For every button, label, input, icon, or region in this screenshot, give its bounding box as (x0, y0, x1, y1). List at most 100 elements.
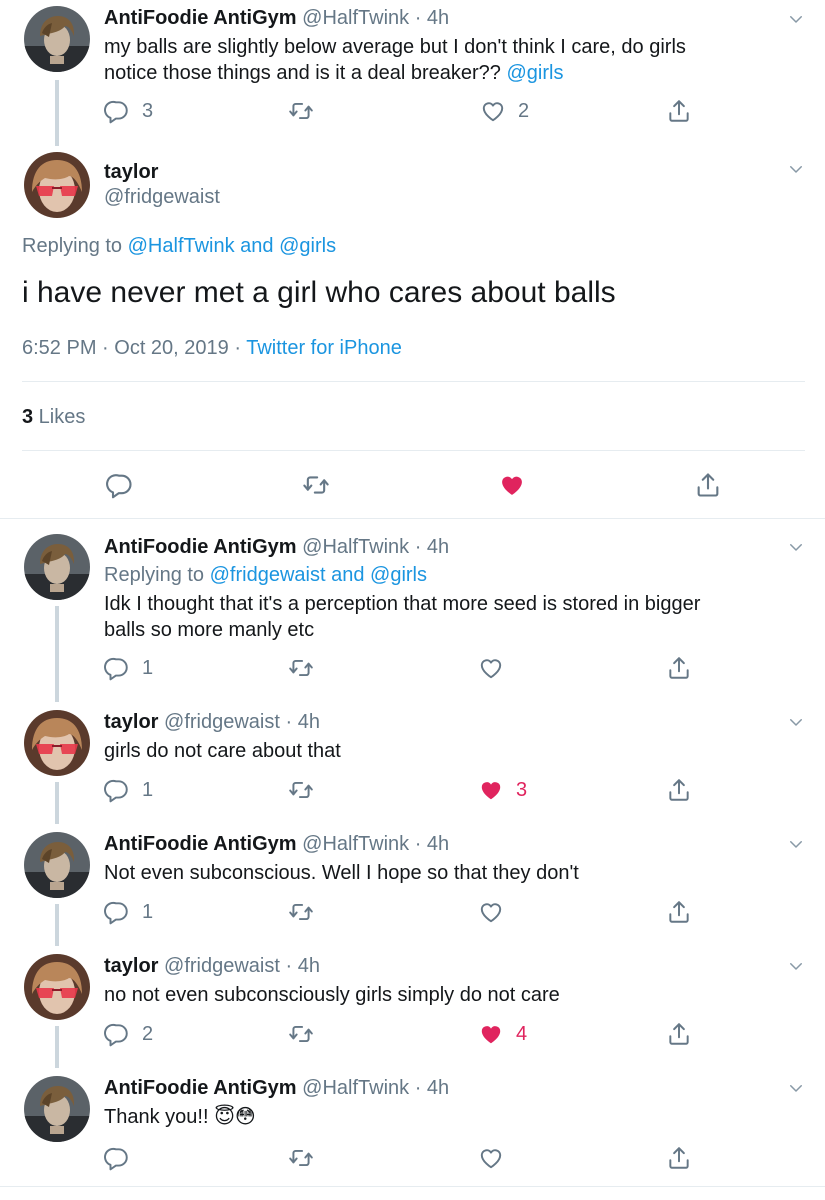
display-name[interactable]: taylor (104, 955, 158, 977)
like-button[interactable] (478, 899, 504, 925)
retweet-button[interactable] (288, 899, 314, 925)
retweet-button[interactable] (288, 1145, 314, 1171)
display-name[interactable]: AntiFoodie AntiGym (104, 833, 297, 855)
chevron-down-icon[interactable] (787, 957, 805, 975)
mention-link[interactable]: @HalfTwink (128, 235, 235, 257)
chevron-down-icon[interactable] (787, 713, 805, 731)
divider (22, 450, 805, 451)
share-button[interactable] (666, 98, 692, 124)
replying-to: Replying to @fridgewaist and @girls (104, 564, 427, 586)
tweet-text: my balls are slightly below average but … (104, 36, 686, 84)
source-link[interactable]: Twitter for iPhone (246, 337, 402, 359)
handle[interactable]: @HalfTwink · 4h (302, 536, 449, 558)
display-name[interactable]: AntiFoodie AntiGym (104, 7, 297, 29)
retweet-button[interactable] (288, 655, 314, 681)
tweet-text: Thank you!! 😇😳 (104, 1106, 256, 1128)
thread-line (55, 904, 59, 946)
tweet-text: no not even subconsciously girls simply … (104, 984, 560, 1006)
avatar[interactable] (24, 534, 90, 600)
chevron-down-icon[interactable] (787, 10, 805, 28)
retweet-icon (288, 98, 314, 124)
retweet-button[interactable] (288, 1021, 314, 1047)
avatar[interactable] (24, 832, 90, 898)
reply-icon (104, 777, 130, 803)
reply-icon (104, 899, 130, 925)
retweet-icon (288, 655, 314, 681)
chevron-down-icon[interactable] (787, 1079, 805, 1097)
reply-icon (104, 655, 130, 681)
retweet-icon (288, 1145, 314, 1171)
thread-line (55, 80, 59, 146)
tweet-text: Not even subconscious. Well I hope so th… (104, 862, 579, 884)
share-button[interactable] (666, 777, 692, 803)
retweet-button[interactable] (288, 777, 314, 803)
reply-button[interactable]: 2 (104, 1021, 153, 1047)
reply-icon (104, 1021, 130, 1047)
reply-button[interactable] (104, 1145, 130, 1171)
avatar[interactable] (24, 710, 90, 776)
retweet-button[interactable] (288, 98, 314, 124)
retweet-icon (288, 899, 314, 925)
thread-line (55, 606, 59, 702)
mention-link[interactable]: @girls (370, 564, 427, 586)
chevron-down-icon[interactable] (787, 538, 805, 556)
tweet-header: AntiFoodie AntiGym @HalfTwink · 4h (104, 534, 449, 560)
heart-filled-icon (478, 1021, 504, 1047)
mention-link[interactable]: @girls (279, 235, 336, 257)
share-icon (694, 471, 722, 499)
share-icon (666, 777, 692, 803)
reply-button[interactable]: 1 (104, 777, 153, 803)
display-name[interactable]: AntiFoodie AntiGym (104, 536, 297, 558)
display-name[interactable]: taylor (104, 159, 158, 185)
share-icon (666, 1021, 692, 1047)
share-button[interactable] (694, 471, 722, 499)
share-icon (666, 98, 692, 124)
heart-icon (478, 899, 504, 925)
tweet-header: AntiFoodie AntiGym @HalfTwink · 4h (104, 5, 449, 31)
reply-icon (104, 98, 130, 124)
likes-stat[interactable]: 3 Likes (22, 404, 85, 430)
reply-button[interactable] (106, 471, 134, 499)
handle[interactable]: @HalfTwink · 4h (302, 833, 449, 855)
handle[interactable]: @fridgewaist · 4h (164, 711, 320, 733)
replying-to: Replying to @HalfTwink and @girls (22, 235, 337, 257)
avatar[interactable] (24, 152, 90, 218)
divider (0, 518, 825, 519)
share-button[interactable] (666, 1145, 692, 1171)
thread-line (55, 1026, 59, 1068)
reply-icon (104, 1145, 130, 1171)
share-button[interactable] (666, 1021, 692, 1047)
retweet-icon (288, 1021, 314, 1047)
like-button[interactable] (498, 471, 526, 499)
share-button[interactable] (666, 899, 692, 925)
mention-link[interactable]: @girls (506, 62, 563, 84)
avatar[interactable] (24, 1076, 90, 1142)
handle[interactable]: @fridgewaist (104, 184, 220, 210)
heart-icon (478, 1145, 504, 1171)
tweet-header: AntiFoodie AntiGym @HalfTwink · 4h (104, 1075, 449, 1101)
chevron-down-icon[interactable] (787, 835, 805, 853)
share-icon (666, 899, 692, 925)
retweet-icon (288, 777, 314, 803)
mention-link[interactable]: @fridgewaist (210, 564, 326, 586)
display-name[interactable]: taylor (104, 711, 158, 733)
like-button[interactable]: 2 (480, 98, 529, 124)
retweet-button[interactable] (302, 471, 330, 499)
like-button[interactable] (478, 1145, 504, 1171)
reply-button[interactable]: 1 (104, 655, 153, 681)
share-button[interactable] (666, 655, 692, 681)
handle[interactable]: @fridgewaist · 4h (164, 955, 320, 977)
thread-line (55, 782, 59, 824)
like-button[interactable]: 4 (478, 1021, 527, 1047)
handle[interactable]: @HalfTwink · 4h (302, 7, 449, 29)
reply-button[interactable]: 1 (104, 899, 153, 925)
display-name[interactable]: AntiFoodie AntiGym (104, 1077, 297, 1099)
like-button[interactable]: 3 (478, 777, 527, 803)
heart-filled-icon (478, 777, 504, 803)
reply-button[interactable]: 3 (104, 98, 153, 124)
avatar[interactable] (24, 6, 90, 72)
handle[interactable]: @HalfTwink · 4h (302, 1077, 449, 1099)
avatar[interactable] (24, 954, 90, 1020)
chevron-down-icon[interactable] (787, 160, 805, 178)
like-button[interactable] (478, 655, 504, 681)
